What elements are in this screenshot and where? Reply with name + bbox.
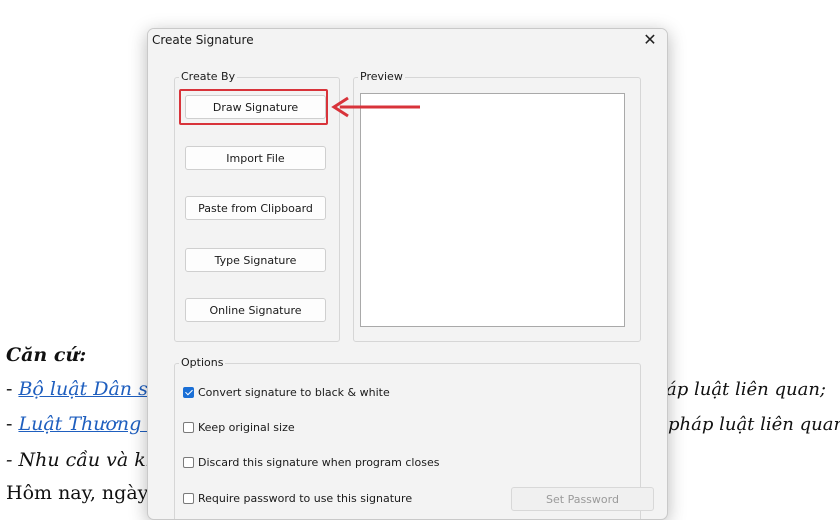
preview-label: Preview: [358, 70, 405, 83]
dialog-title: Create Signature: [152, 33, 254, 47]
option-convert-bw-label: Convert signature to black & white: [198, 386, 390, 399]
doc-line-1-prefix: -: [6, 378, 19, 400]
online-signature-button[interactable]: Online Signature: [185, 298, 326, 322]
set-password-button[interactable]: Set Password: [511, 487, 654, 511]
doc-line-1-tail: áp luật liên quan;: [666, 379, 826, 400]
option-require-password[interactable]: Require password to use this signature: [183, 491, 412, 507]
checkbox-icon[interactable]: [183, 457, 194, 468]
doc-heading: Căn cứ:: [6, 344, 87, 366]
red-arrow-icon: [331, 96, 420, 118]
option-keep-original-size[interactable]: Keep original size: [183, 420, 295, 436]
option-keep-original-size-label: Keep original size: [198, 421, 295, 434]
doc-link-civil-code[interactable]: Bộ luật Dân sự: [18, 378, 160, 400]
create-by-label: Create By: [179, 70, 238, 83]
checkbox-icon[interactable]: [183, 493, 194, 504]
option-discard-on-close-label: Discard this signature when program clos…: [198, 456, 440, 469]
checkbox-checked-icon[interactable]: [183, 387, 194, 398]
options-label: Options: [179, 356, 226, 369]
import-file-button[interactable]: Import File: [185, 146, 326, 170]
create-by-group: Create By Draw Signature Import File Pas…: [174, 70, 340, 342]
option-require-password-label: Require password to use this signature: [198, 492, 413, 505]
doc-line-2: - Luật Thương m: [6, 413, 165, 435]
signature-preview-area: [360, 93, 625, 327]
options-group: Options Convert signature to black & whi…: [174, 356, 654, 519]
draw-signature-button[interactable]: Draw Signature: [185, 95, 326, 119]
type-signature-button[interactable]: Type Signature: [185, 248, 326, 272]
close-icon[interactable]: ✕: [641, 31, 659, 49]
doc-line-1: - Bộ luật Dân sự: [6, 378, 160, 400]
doc-link-commercial-law[interactable]: Luật Thương m: [18, 413, 165, 435]
doc-line-3: - Nhu cầu và kh: [6, 449, 159, 471]
option-discard-on-close[interactable]: Discard this signature when program clos…: [183, 455, 439, 471]
doc-line-2-prefix: -: [6, 413, 19, 435]
paste-from-clipboard-button[interactable]: Paste from Clipboard: [185, 196, 326, 220]
doc-line-2-tail: pháp luật liên quan: [668, 414, 840, 435]
checkbox-icon[interactable]: [183, 422, 194, 433]
option-convert-bw[interactable]: Convert signature to black & white: [183, 385, 390, 401]
create-signature-dialog: Create Signature ✕ Create By Draw Signat…: [147, 28, 668, 520]
doc-line-4: Hôm nay, ngày: [6, 482, 149, 504]
dialog-titlebar[interactable]: Create Signature ✕: [148, 29, 667, 51]
